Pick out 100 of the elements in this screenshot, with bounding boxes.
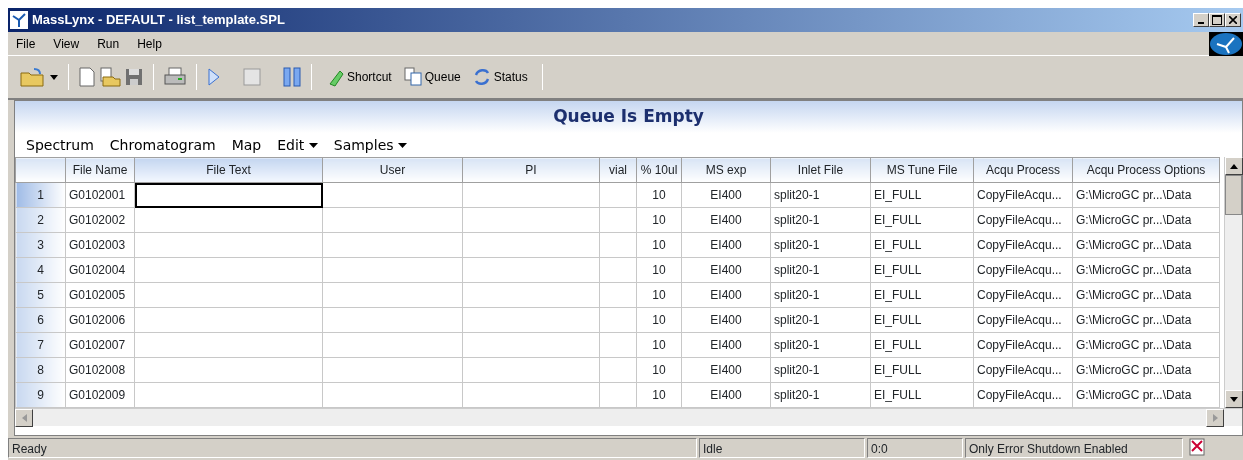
table-cell: EI400 xyxy=(681,232,771,258)
scroll-left-button[interactable] xyxy=(15,409,33,427)
table-cell: EI400 xyxy=(681,282,771,308)
table-cell: split20-1 xyxy=(770,257,871,283)
row-number[interactable]: 2 xyxy=(15,207,66,233)
row-number[interactable]: 5 xyxy=(15,282,66,308)
table-cell: CopyFileAcqu... xyxy=(973,307,1073,333)
table-cell: EI400 xyxy=(681,257,771,283)
table-cell: split20-1 xyxy=(770,382,871,408)
table-cell: 10 xyxy=(636,232,682,258)
table-cell: EI400 xyxy=(681,207,771,233)
table-cell: 10 xyxy=(636,357,682,383)
row-number[interactable]: 7 xyxy=(15,332,66,358)
row-number[interactable]: 1 xyxy=(15,182,66,208)
menu-item[interactable]: File xyxy=(10,32,42,55)
row-number[interactable]: 9 xyxy=(15,382,66,408)
table-cell: split20-1 xyxy=(770,357,871,383)
scroll-up-button[interactable] xyxy=(1225,157,1243,175)
column-header[interactable]: File Text xyxy=(134,157,323,183)
toolbar-button[interactable]: Shortcut xyxy=(322,65,396,89)
menu-item[interactable]: Map xyxy=(224,134,269,156)
table-cell: EI_FULL xyxy=(870,307,974,333)
print-icon[interactable] xyxy=(164,67,186,87)
table-cell: G0102002 xyxy=(65,207,135,233)
menu-item[interactable]: Chromatogram xyxy=(102,134,223,156)
play-icon[interactable] xyxy=(207,67,221,87)
table-cell: split20-1 xyxy=(770,232,871,258)
table-cell: G0102004 xyxy=(65,257,135,283)
table-cell: EI_FULL xyxy=(870,357,974,383)
dropdown-caret-icon[interactable] xyxy=(50,74,58,80)
table-cell: EI400 xyxy=(681,357,771,383)
menu-item[interactable]: Help xyxy=(131,32,168,55)
column-header[interactable]: Acqu Process Options xyxy=(1072,157,1220,183)
column-header[interactable]: MS exp xyxy=(681,157,771,183)
table-cell: G0102009 xyxy=(65,382,135,408)
down-arrow-icon xyxy=(1230,396,1238,402)
table-cell: EI400 xyxy=(681,382,771,408)
column-header[interactable]: vial xyxy=(599,157,637,183)
row-number[interactable]: 3 xyxy=(15,232,66,258)
column-header[interactable]: User xyxy=(322,157,463,183)
table-cell: EI_FULL xyxy=(870,382,974,408)
left-arrow-icon xyxy=(21,414,27,422)
table-cell: CopyFileAcqu... xyxy=(973,382,1073,408)
pause-icon[interactable] xyxy=(283,67,301,87)
toolbar-button[interactable]: Queue xyxy=(399,65,465,89)
table-cell: G:\MicroGC pr...\Data xyxy=(1072,382,1220,408)
table-cell: 10 xyxy=(636,282,682,308)
column-header[interactable]: MS Tune File xyxy=(870,157,974,183)
table-cell: G0102007 xyxy=(65,332,135,358)
table-cell: EI_FULL xyxy=(870,232,974,258)
table-cell: split20-1 xyxy=(770,182,871,208)
column-header[interactable]: PI xyxy=(462,157,600,183)
scroll-right-button[interactable] xyxy=(1206,409,1224,427)
table-cell: EI400 xyxy=(681,182,771,208)
new-file-icon[interactable] xyxy=(79,67,95,87)
app-logo-icon xyxy=(10,11,28,29)
table-cell: split20-1 xyxy=(770,207,871,233)
open-file-icon[interactable] xyxy=(99,67,121,87)
row-number[interactable]: 4 xyxy=(15,257,66,283)
dropdown-caret-icon xyxy=(398,143,407,148)
table-cell: G:\MicroGC pr...\Data xyxy=(1072,232,1220,258)
menu-item[interactable]: Samples xyxy=(326,134,414,156)
column-header[interactable]: Acqu Process xyxy=(973,157,1073,183)
table-cell: CopyFileAcqu... xyxy=(973,332,1073,358)
column-header[interactable]: Inlet File xyxy=(770,157,871,183)
toolbar-button[interactable]: Status xyxy=(468,65,532,89)
column-header[interactable]: % 10ul xyxy=(636,157,682,183)
column-header[interactable]: File Name xyxy=(65,157,135,183)
table-cell: EI_FULL xyxy=(870,282,974,308)
status-text: Idle xyxy=(699,438,865,458)
table-cell: split20-1 xyxy=(770,282,871,308)
table-cell: G:\MicroGC pr...\Data xyxy=(1072,182,1220,208)
row-number[interactable]: 8 xyxy=(15,357,66,383)
menu-item[interactable]: Edit xyxy=(270,134,325,156)
focused-cell[interactable] xyxy=(134,182,323,208)
status-text: 0:0 xyxy=(867,438,963,458)
save-icon[interactable] xyxy=(125,68,143,86)
window-title: MassLynx - DEFAULT - list_template.SPL xyxy=(32,11,285,30)
maximize-button[interactable] xyxy=(1209,13,1225,27)
table-cell: EI_FULL xyxy=(870,182,974,208)
menu-item[interactable]: View xyxy=(47,32,86,55)
menu-item[interactable]: Spectrum xyxy=(19,134,101,156)
table-cell: G0102001 xyxy=(65,182,135,208)
close-button[interactable] xyxy=(1225,13,1241,27)
up-arrow-icon xyxy=(1230,163,1238,169)
table-cell: CopyFileAcqu... xyxy=(973,232,1073,258)
right-arrow-icon xyxy=(1212,414,1218,422)
table-cell: split20-1 xyxy=(770,332,871,358)
status-text: Ready xyxy=(8,438,697,458)
table-cell: G:\MicroGC pr...\Data xyxy=(1072,282,1220,308)
status-indicator-icon xyxy=(1189,438,1207,456)
minimize-button[interactable] xyxy=(1193,13,1209,27)
scroll-down-button[interactable] xyxy=(1225,390,1243,408)
maximize-icon xyxy=(1212,15,1222,25)
scrollbar-thumb[interactable] xyxy=(1225,175,1242,215)
table-cell: EI_FULL xyxy=(870,332,974,358)
row-number[interactable]: 6 xyxy=(15,307,66,333)
menu-item[interactable]: Run xyxy=(91,32,126,55)
table-cell: G0102003 xyxy=(65,232,135,258)
documents-icon xyxy=(403,67,422,87)
